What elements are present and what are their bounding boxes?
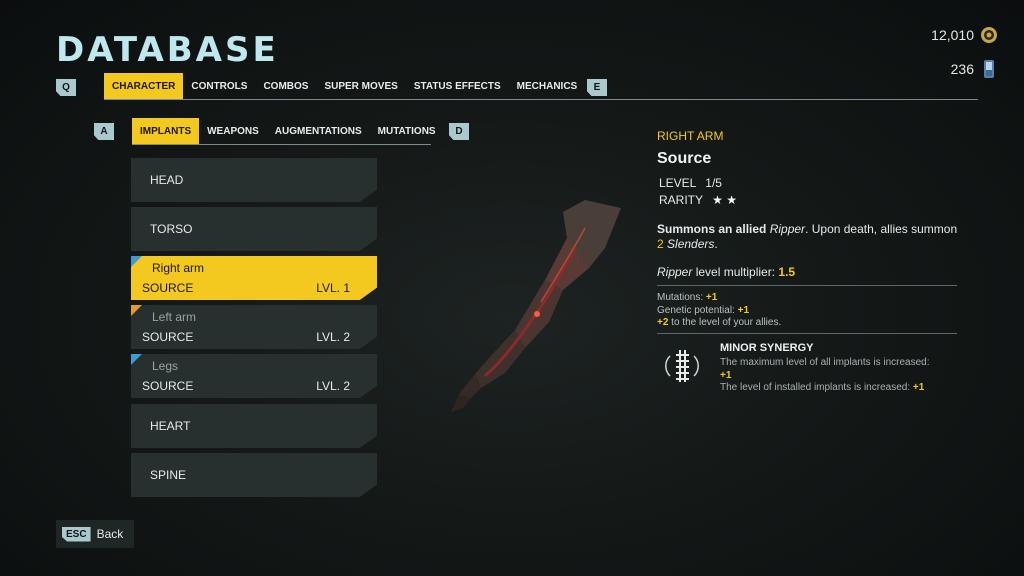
desc-slenders: Slenders bbox=[667, 237, 715, 251]
mult-ripper: Ripper bbox=[657, 265, 693, 279]
back-button[interactable]: ESC Back bbox=[56, 520, 134, 548]
subtab-mutations[interactable]: MUTATIONS bbox=[370, 118, 444, 144]
stat-mutations-label: Mutations: bbox=[657, 292, 706, 303]
detail-divider bbox=[657, 285, 957, 286]
cell-counter: 236 bbox=[951, 60, 998, 78]
mult-text: level multiplier: bbox=[692, 265, 779, 279]
detail-description: Summons an allied Ripper. Upon death, al… bbox=[657, 222, 967, 252]
esc-key: ESC bbox=[62, 526, 91, 542]
detail-multiplier: Ripper level multiplier: 1.5 bbox=[657, 265, 795, 279]
desc-bold: Summons an allied bbox=[657, 222, 767, 236]
implant-slot-name: Right arm bbox=[152, 261, 205, 275]
desc-count: 2 bbox=[657, 237, 664, 251]
implant-slot-torso[interactable]: TORSO bbox=[131, 207, 377, 251]
stat-allies-label: to the level of your allies. bbox=[668, 317, 782, 328]
tab-prev-key-q[interactable]: Q bbox=[56, 79, 76, 96]
implant-slot-spine[interactable]: SPINE bbox=[131, 453, 377, 497]
subtab-augmentations[interactable]: AUGMENTATIONS bbox=[267, 118, 370, 144]
level-value: 1/5 bbox=[705, 176, 722, 190]
detail-rarity-row: RARITY ★ ★ bbox=[659, 193, 737, 207]
implant-name: SOURCE bbox=[142, 330, 194, 344]
tab-super-moves[interactable]: SUPER MOVES bbox=[316, 73, 405, 99]
coin-count: 12,010 bbox=[931, 27, 974, 43]
subtab-implants[interactable]: IMPLANTS bbox=[132, 118, 200, 144]
synergy-dna-icon bbox=[660, 346, 704, 386]
implant-name: SOURCE bbox=[142, 281, 194, 295]
implant-level: LVL. 2 bbox=[316, 379, 350, 393]
detail-implant-name: Source bbox=[657, 150, 712, 167]
rarity-corner-marker bbox=[131, 305, 142, 316]
rarity-stars-icon: ★ ★ bbox=[712, 193, 737, 207]
back-label: Back bbox=[96, 527, 124, 541]
rarity-corner-marker bbox=[131, 256, 142, 267]
rarity-corner-marker bbox=[131, 354, 142, 365]
implant-slot-name: Left arm bbox=[152, 310, 197, 324]
sub-tab-bar: IMPLANTS WEAPONS AUGMENTATIONS MUTATIONS bbox=[132, 118, 444, 144]
tab-controls[interactable]: CONTROLS bbox=[183, 73, 255, 99]
desc-mid: . Upon death, allies summon bbox=[805, 222, 958, 236]
top-tab-divider bbox=[104, 99, 978, 100]
detail-level-row: LEVEL 1/5 bbox=[659, 176, 722, 190]
implant-slot-label: HEART bbox=[150, 419, 191, 433]
synergy-line-2-value: +1 bbox=[912, 382, 925, 393]
stat-allies-value: +2 bbox=[657, 317, 669, 328]
level-label: LEVEL bbox=[659, 176, 696, 190]
detail-category: RIGHT ARM bbox=[657, 129, 724, 143]
detail-divider-2 bbox=[657, 333, 957, 334]
subtab-prev-key-a[interactable]: A bbox=[94, 123, 114, 140]
implant-slot-name: Legs bbox=[152, 359, 179, 373]
desc-ripper: Ripper bbox=[769, 222, 806, 236]
implant-slot-right-arm[interactable]: Right arm SOURCE LVL. 1 bbox=[131, 256, 377, 300]
implant-level: LVL. 2 bbox=[316, 330, 350, 344]
synergy-line-1: The maximum level of all implants is inc… bbox=[720, 357, 930, 368]
top-tab-bar: CHARACTER CONTROLS COMBOS SUPER MOVES ST… bbox=[104, 73, 585, 99]
synergy-title: MINOR SYNERGY bbox=[720, 342, 814, 354]
synergy-line-2: The level of installed implants is incre… bbox=[720, 382, 913, 393]
page-title: DATABASE bbox=[56, 30, 279, 70]
subtab-next-key-d[interactable]: D bbox=[449, 123, 469, 140]
tab-mechanics[interactable]: MECHANICS bbox=[509, 73, 586, 99]
stat-genetic-label: Genetic potential: bbox=[657, 304, 738, 316]
implant-preview-image bbox=[445, 198, 625, 418]
sub-tab-divider bbox=[132, 144, 431, 145]
implant-slot-label: SPINE bbox=[150, 468, 187, 482]
stat-mutations-value: +1 bbox=[705, 292, 718, 303]
synergy-description: The maximum level of all implants is inc… bbox=[720, 357, 960, 395]
tab-combos[interactable]: COMBOS bbox=[255, 73, 316, 99]
mult-value: 1.5 bbox=[778, 265, 796, 279]
stat-genetic-value: +1 bbox=[737, 304, 750, 316]
implant-slot-legs[interactable]: Legs SOURCE LVL. 2 bbox=[131, 354, 377, 398]
implant-slot-label: TORSO bbox=[150, 222, 193, 236]
desc-end: . bbox=[714, 237, 718, 251]
cell-count: 236 bbox=[950, 61, 974, 77]
detail-stats: Mutations: +1 Genetic potential: +1 +2 t… bbox=[657, 292, 781, 330]
subtab-weapons[interactable]: WEAPONS bbox=[199, 118, 267, 144]
tab-status-effects[interactable]: STATUS EFFECTS bbox=[406, 73, 509, 99]
implant-slot-heart[interactable]: HEART bbox=[131, 404, 377, 448]
rarity-label: RARITY bbox=[659, 193, 703, 207]
synergy-line-1-value: +1 bbox=[720, 369, 732, 381]
implant-slot-head[interactable]: HEAD bbox=[131, 158, 377, 202]
implant-name: SOURCE bbox=[142, 379, 194, 393]
implant-slot-left-arm[interactable]: Left arm SOURCE LVL. 2 bbox=[131, 305, 377, 349]
tab-character[interactable]: CHARACTER bbox=[104, 73, 184, 99]
cell-vial-icon bbox=[980, 60, 998, 78]
implant-level: LVL. 1 bbox=[316, 281, 350, 295]
coin-counter: 12,010 bbox=[931, 26, 998, 44]
tab-next-key-e[interactable]: E bbox=[587, 79, 607, 96]
implant-slot-label: HEAD bbox=[150, 173, 184, 187]
coin-icon bbox=[980, 26, 998, 44]
